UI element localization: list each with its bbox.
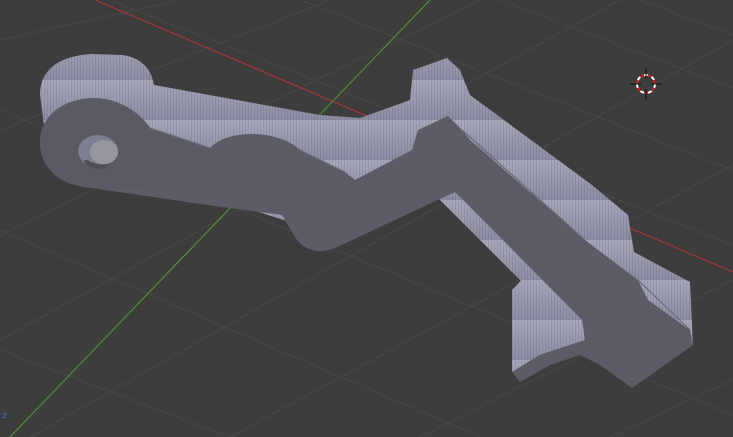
3d-viewport[interactable]: z [0, 0, 733, 437]
mesh-object[interactable] [40, 54, 693, 388]
axis-gizmo-label: z [2, 411, 8, 421]
viewport-scene[interactable] [0, 0, 733, 437]
